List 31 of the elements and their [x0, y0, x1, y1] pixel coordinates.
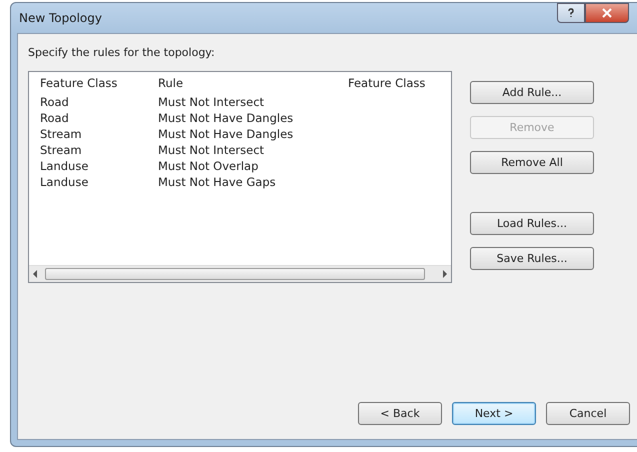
help-icon	[566, 8, 576, 18]
table-cell-text: Road	[39, 111, 70, 125]
column-header[interactable]: Feature Class	[337, 76, 447, 90]
instruction-text: Specify the rules for the topology:	[28, 46, 216, 59]
table-cell-text: Must Not Have Dangles	[157, 111, 294, 125]
side-button[interactable]: Remove All	[470, 151, 594, 174]
table-cell-text: Landuse	[39, 159, 90, 173]
close-button[interactable]	[585, 3, 629, 23]
wizard-button[interactable]: < Back	[358, 402, 442, 425]
side-button[interactable]: Add Rule...	[470, 81, 594, 104]
table-cell-text: Must Not Have Gaps	[157, 175, 277, 189]
table-cell-text: Must Not Intersect	[157, 95, 266, 109]
table-cell-text: Must Not Overlap	[157, 159, 260, 173]
window-title: New Topology	[19, 11, 102, 25]
table-cell-text: Must Not Have Dangles	[157, 127, 294, 141]
wizard-button[interactable]: Cancel	[546, 402, 630, 425]
column-header[interactable]: Rule	[147, 76, 337, 90]
table-cell-text: Stream	[39, 143, 83, 157]
table-cell-text: Must Not Intersect	[157, 143, 266, 157]
table-cell-text: Road	[39, 95, 70, 109]
side-button[interactable]: Load Rules...	[470, 212, 594, 235]
column-header[interactable]: Feature Class	[29, 76, 147, 90]
help-button[interactable]	[557, 3, 585, 23]
wizard-button[interactable]: Next >	[452, 402, 536, 425]
table-cell-text: Landuse	[39, 175, 90, 189]
scroll-thumb[interactable]	[45, 268, 425, 280]
rules-list[interactable]: Feature Class Rule Feature Class Road Must Not Intersect Road Must Not Have Dangles Stream Must Not Have Dangles Stream Must Not Intersect Landuse Must Not Overlap Landuse Must Not Have Gaps	[28, 71, 452, 283]
close-icon	[602, 8, 612, 18]
side-button[interactable]: Save Rules...	[470, 247, 594, 270]
table-cell-text: Stream	[39, 127, 83, 141]
horizontal-scrollbar[interactable]	[29, 265, 451, 282]
